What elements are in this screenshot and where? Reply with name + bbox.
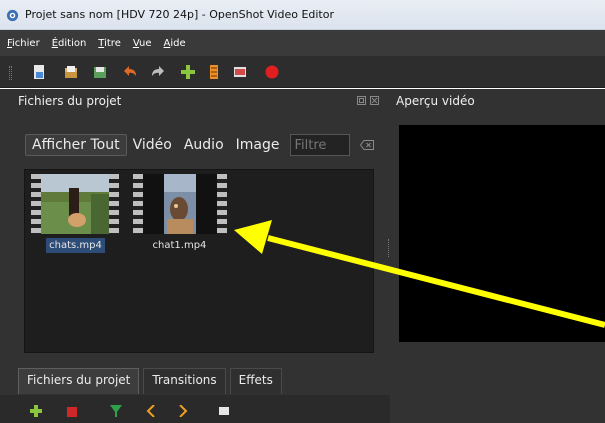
filter-row: Afficher Tout Vidéo Audio Image	[25, 133, 374, 157]
import-files-icon[interactable]	[180, 64, 196, 80]
video-thumbnail	[133, 174, 227, 234]
fullscreen-icon[interactable]	[232, 64, 248, 80]
main-toolbar	[0, 56, 605, 88]
add-track-icon[interactable]	[30, 405, 42, 417]
menu-aide[interactable]: Aide	[164, 38, 186, 49]
toolbar-grip[interactable]	[9, 66, 12, 80]
filter-video-button[interactable]: Vidéo	[127, 135, 178, 155]
file-name-chat1: chat1.mp4	[152, 240, 207, 251]
tab-effects[interactable]: Effets	[229, 368, 282, 394]
redo-icon[interactable]	[150, 64, 166, 80]
bottom-tab-bar: Fichiers du projet Transitions Effets	[18, 368, 286, 394]
video-thumbnail	[31, 174, 119, 234]
filter-audio-button[interactable]: Audio	[178, 135, 230, 155]
tab-transitions[interactable]: Transitions	[143, 368, 226, 394]
new-project-icon[interactable]	[31, 64, 47, 80]
panel-splitter-handle[interactable]	[388, 239, 391, 257]
export-video-icon[interactable]	[264, 64, 280, 80]
clear-filter-icon[interactable]	[359, 140, 374, 150]
tab-project-files[interactable]: Fichiers du projet	[18, 368, 140, 394]
filter-show-all-button[interactable]: Afficher Tout	[25, 134, 127, 156]
video-preview-title: Aperçu vidéo	[396, 94, 475, 108]
video-preview-screen	[399, 125, 605, 342]
next-marker-icon[interactable]	[176, 405, 188, 417]
window-title-bar: Projet sans nom [HDV 720 24p] - OpenShot…	[0, 0, 605, 30]
choose-profile-icon[interactable]	[206, 64, 222, 80]
menu-edition[interactable]: Édition	[52, 38, 87, 49]
menu-fichier[interactable]: Fichier	[7, 38, 40, 49]
open-project-icon[interactable]	[63, 64, 79, 80]
filter-image-button[interactable]: Image	[230, 135, 286, 155]
openshot-app-icon	[6, 9, 19, 22]
file-item-chats[interactable]: chats.mp4	[28, 170, 123, 265]
timeline-tool-icon[interactable]	[218, 405, 230, 417]
dock-area: Fichiers du projet Aperçu vidéo Afficher…	[0, 89, 605, 423]
save-project-icon[interactable]	[92, 64, 108, 80]
menu-bar: Fichier Édition Titre Vue Aide	[0, 30, 605, 56]
filter-input[interactable]	[289, 134, 350, 156]
filter-funnel-icon[interactable]	[110, 405, 122, 417]
menu-titre[interactable]: Titre	[98, 38, 121, 49]
video-preview-header: Aperçu vidéo	[0, 89, 605, 113]
menu-vue[interactable]: Vue	[133, 38, 152, 49]
previous-marker-icon[interactable]	[146, 405, 158, 417]
snapping-icon[interactable]	[66, 405, 78, 417]
file-item-chat1[interactable]: chat1.mp4	[132, 170, 227, 265]
project-files-list[interactable]: chats.mp4 chat1.mp4	[24, 169, 374, 353]
timeline-toolbar	[0, 395, 390, 423]
undo-icon[interactable]	[122, 64, 138, 80]
file-name-chats: chats.mp4	[28, 238, 123, 253]
window-title: Projet sans nom [HDV 720 24p] - OpenShot…	[25, 8, 334, 21]
